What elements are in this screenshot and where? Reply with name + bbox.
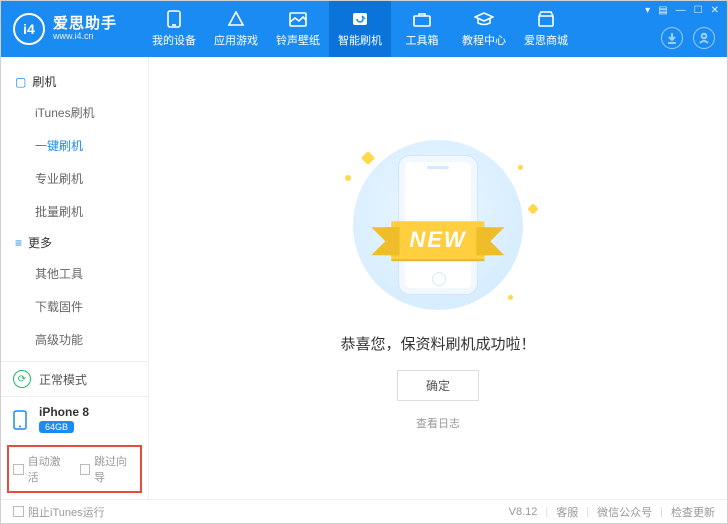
brand-block: i4 爱思助手 www.i4.cn bbox=[13, 13, 143, 45]
checkbox-label: 阻止iTunes运行 bbox=[28, 504, 105, 520]
main-panel: NEW 恭喜您，保资料刷机成功啦！ 确定 查看日志 bbox=[149, 57, 727, 499]
app-window: i4 爱思助手 www.i4.cn 我的设备 应用游戏 铃声壁纸 智能刷机 bbox=[0, 0, 728, 524]
footer-right: V8.12 | 客服 | 微信公众号 | 检查更新 bbox=[509, 504, 715, 520]
footer: 阻止iTunes运行 V8.12 | 客服 | 微信公众号 | 检查更新 bbox=[1, 499, 727, 523]
device-mode-label: 正常模式 bbox=[39, 371, 87, 388]
nav-tools[interactable]: 工具箱 bbox=[391, 1, 453, 57]
window-controls: ▾ ▤ — ☐ ✕ bbox=[645, 5, 719, 16]
graduation-icon bbox=[474, 10, 494, 28]
device-info: iPhone 8 64GB bbox=[39, 405, 89, 433]
version-label: V8.12 bbox=[509, 506, 538, 518]
ribbon-text: NEW bbox=[391, 221, 484, 259]
separator: | bbox=[586, 506, 589, 518]
download-icon[interactable] bbox=[661, 27, 683, 49]
sidebar-group-more[interactable]: ≡ 更多 bbox=[1, 228, 148, 257]
separator: | bbox=[545, 506, 548, 518]
skip-guide-checkbox[interactable]: 跳过向导 bbox=[80, 453, 137, 485]
body: ▢ 刷机 iTunes刷机 一键刷机 专业刷机 批量刷机 ≡ 更多 其他工具 下… bbox=[1, 57, 727, 499]
brand-text: 爱思助手 www.i4.cn bbox=[53, 16, 117, 42]
nav-tutor[interactable]: 教程中心 bbox=[453, 1, 515, 57]
nav-ring[interactable]: 铃声壁纸 bbox=[267, 1, 329, 57]
logo-icon: i4 bbox=[13, 13, 45, 45]
device-name: iPhone 8 bbox=[39, 405, 89, 419]
success-message: 恭喜您，保资料刷机成功啦！ bbox=[340, 333, 535, 354]
skin-icon[interactable]: ▤ bbox=[658, 5, 667, 16]
refresh-icon: ⟳ bbox=[13, 370, 31, 388]
success-illustration: NEW bbox=[333, 135, 543, 315]
device-row[interactable]: iPhone 8 64GB bbox=[1, 397, 148, 441]
ok-button[interactable]: 确定 bbox=[397, 370, 479, 401]
header-right bbox=[661, 27, 715, 49]
brand-url: www.i4.cn bbox=[53, 32, 117, 42]
nav-label: 教程中心 bbox=[462, 32, 506, 48]
flash-icon bbox=[350, 10, 370, 28]
highlight-checks: 自动激活 跳过向导 bbox=[7, 445, 142, 493]
user-icon[interactable] bbox=[693, 27, 715, 49]
new-ribbon: NEW bbox=[391, 221, 484, 259]
nav-label: 铃声壁纸 bbox=[276, 32, 320, 48]
top-nav: 我的设备 应用游戏 铃声壁纸 智能刷机 工具箱 教程中心 bbox=[143, 1, 577, 57]
apps-icon bbox=[226, 10, 246, 28]
sidebar-scroll: ▢ 刷机 iTunes刷机 一键刷机 专业刷机 批量刷机 ≡ 更多 其他工具 下… bbox=[1, 57, 148, 361]
sidebar-item-onekey[interactable]: 一键刷机 bbox=[1, 129, 148, 162]
wallpaper-icon bbox=[288, 10, 308, 28]
auto-activate-checkbox[interactable]: 自动激活 bbox=[13, 453, 70, 485]
sidebar-item-advanced[interactable]: 高级功能 bbox=[1, 323, 148, 356]
checkbox-label: 跳过向导 bbox=[94, 453, 136, 485]
more-icon: ≡ bbox=[15, 236, 22, 250]
iphone-icon bbox=[13, 410, 31, 428]
nav-mall[interactable]: 爱思商城 bbox=[515, 1, 577, 57]
storage-badge: 64GB bbox=[39, 421, 74, 433]
sidebar-item-pro[interactable]: 专业刷机 bbox=[1, 162, 148, 195]
brand-name: 爱思助手 bbox=[53, 16, 117, 33]
checkbox-label: 自动激活 bbox=[28, 453, 70, 485]
sidebar-item-itunes[interactable]: iTunes刷机 bbox=[1, 96, 148, 129]
menu-icon[interactable]: ▾ bbox=[645, 5, 650, 16]
wechat-link[interactable]: 微信公众号 bbox=[597, 504, 652, 520]
nav-label: 智能刷机 bbox=[338, 32, 382, 48]
nav-label: 爱思商城 bbox=[524, 32, 568, 48]
nav-apps[interactable]: 应用游戏 bbox=[205, 1, 267, 57]
block-itunes-checkbox[interactable]: 阻止iTunes运行 bbox=[13, 504, 105, 520]
close-icon[interactable]: ✕ bbox=[711, 5, 719, 16]
sidebar: ▢ 刷机 iTunes刷机 一键刷机 专业刷机 批量刷机 ≡ 更多 其他工具 下… bbox=[1, 57, 149, 499]
nav-device[interactable]: 我的设备 bbox=[143, 1, 205, 57]
minimize-icon[interactable]: — bbox=[676, 5, 686, 16]
sidebar-item-downloadfw[interactable]: 下载固件 bbox=[1, 290, 148, 323]
sidebar-group-flash[interactable]: ▢ 刷机 bbox=[1, 67, 148, 96]
separator: | bbox=[660, 506, 663, 518]
nav-label: 我的设备 bbox=[152, 32, 196, 48]
sidebar-group-title: 刷机 bbox=[32, 73, 56, 90]
sidebar-group-title: 更多 bbox=[28, 234, 52, 251]
toolbox-icon bbox=[412, 10, 432, 28]
support-link[interactable]: 客服 bbox=[556, 504, 578, 520]
device-mode[interactable]: ⟳ 正常模式 bbox=[1, 362, 148, 397]
nav-label: 工具箱 bbox=[406, 32, 439, 48]
header: i4 爱思助手 www.i4.cn 我的设备 应用游戏 铃声壁纸 智能刷机 bbox=[1, 1, 727, 57]
maximize-icon[interactable]: ☐ bbox=[694, 5, 703, 16]
sidebar-bottom: ⟳ 正常模式 iPhone 8 64GB 自动激活 跳过向导 bbox=[1, 361, 148, 499]
sidebar-item-othertools[interactable]: 其他工具 bbox=[1, 257, 148, 290]
nav-label: 应用游戏 bbox=[214, 32, 258, 48]
nav-flash[interactable]: 智能刷机 bbox=[329, 1, 391, 57]
view-log-link[interactable]: 查看日志 bbox=[416, 415, 460, 431]
phone-icon bbox=[164, 10, 184, 28]
mall-icon bbox=[536, 10, 556, 28]
phone-small-icon: ▢ bbox=[15, 75, 26, 89]
sidebar-item-batch[interactable]: 批量刷机 bbox=[1, 195, 148, 228]
update-link[interactable]: 检查更新 bbox=[671, 504, 715, 520]
